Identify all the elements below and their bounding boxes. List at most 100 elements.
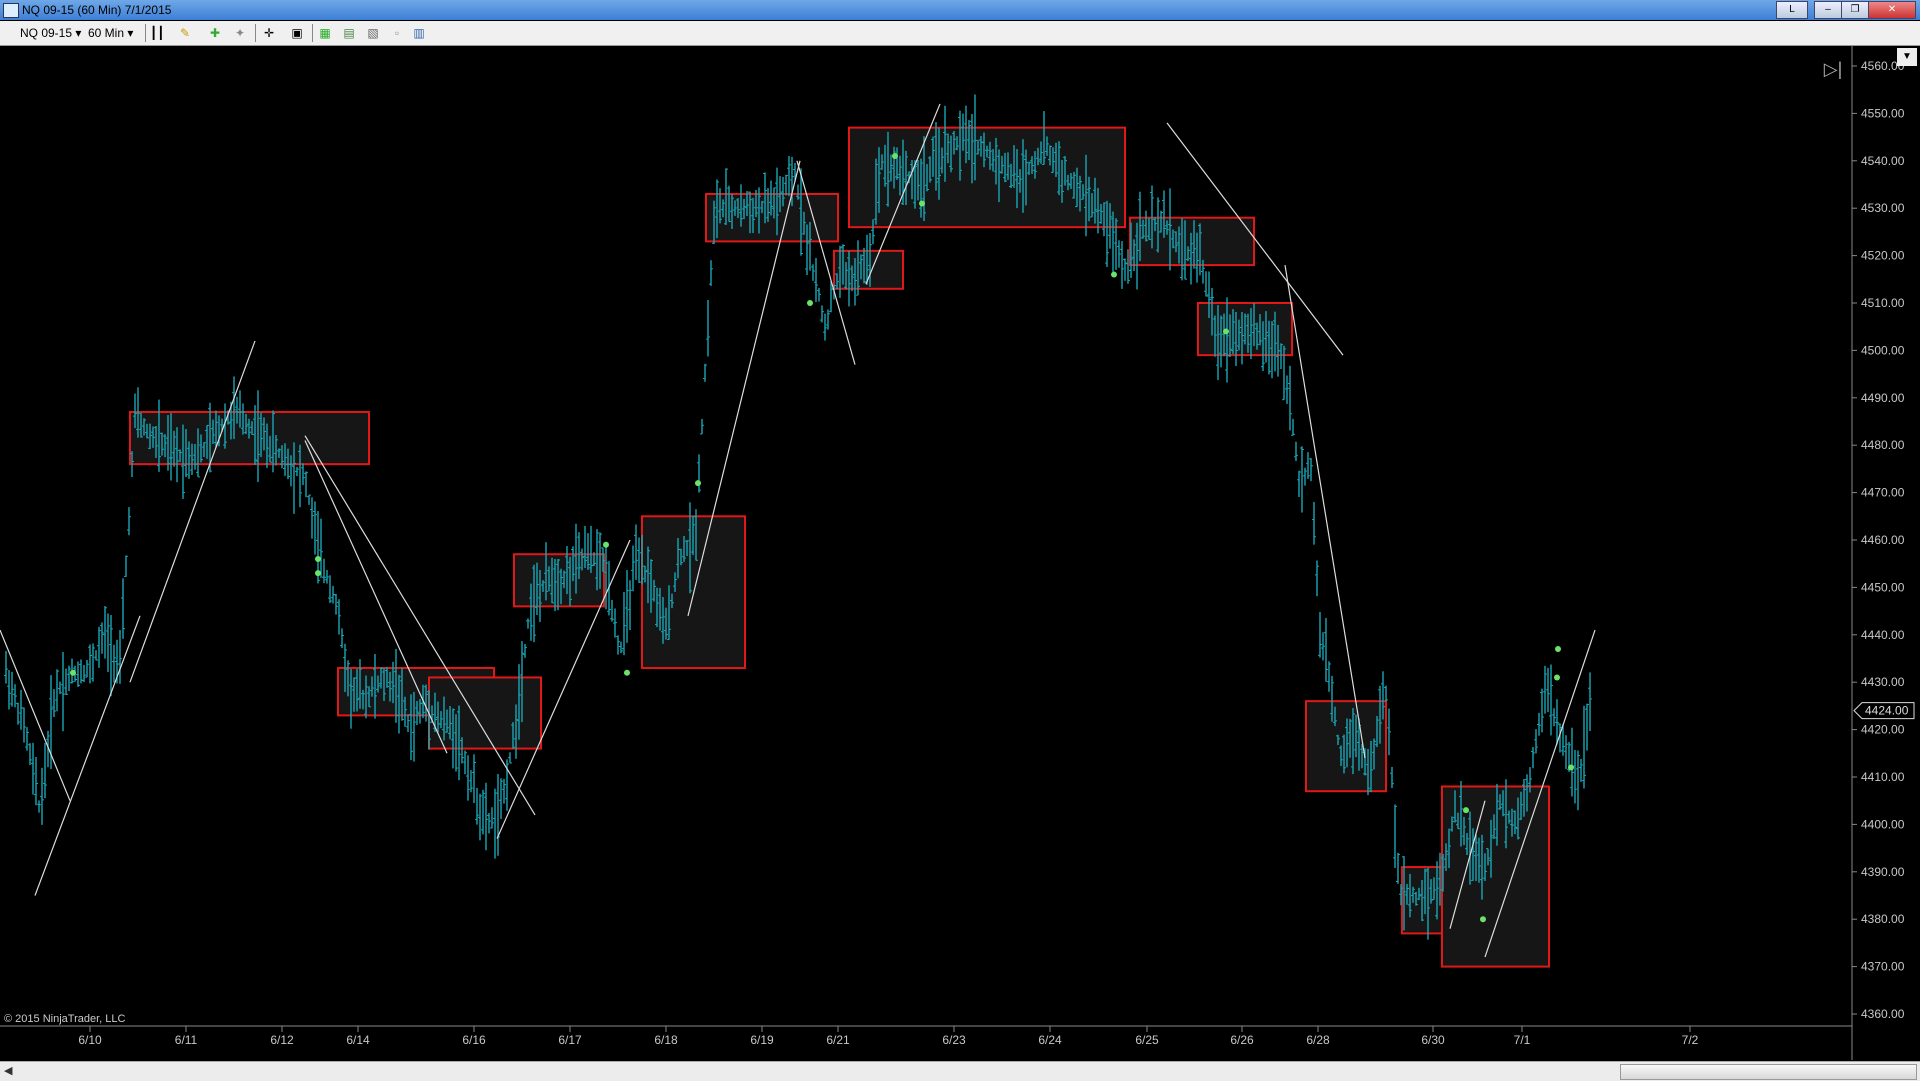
ohlc-bar: [1582, 705, 1586, 789]
strategy-icon[interactable]: ✦: [233, 26, 247, 40]
ohlc-bar: [1579, 758, 1583, 782]
ohlc-bar: [475, 787, 479, 825]
y-tick-label: 4410.00: [1861, 770, 1905, 784]
data-box-icon[interactable]: ▣: [290, 26, 304, 40]
scroll-left-icon[interactable]: ◀: [4, 1064, 12, 1077]
ohlc-bar: [22, 707, 26, 743]
ohlc-bar: [19, 689, 23, 730]
ohlc-bar: [76, 661, 80, 687]
signal-dot: [315, 570, 321, 577]
ohlc-bar: [1552, 708, 1556, 727]
axis-menu-dropdown[interactable]: ▼: [1897, 48, 1917, 66]
ohlc-bar: [82, 664, 86, 683]
trend-line: [0, 629, 71, 801]
ohlc-bar: [490, 807, 494, 829]
layout-button[interactable]: L: [1776, 1, 1808, 19]
restore-button[interactable]: ❐: [1841, 1, 1869, 19]
ohlc-bar: [1306, 452, 1310, 479]
y-tick-label: 4550.00: [1861, 106, 1905, 120]
instrument-selector[interactable]: NQ 09-15 ▾: [20, 26, 81, 40]
consolidation-box: [428, 676, 542, 750]
y-tick-label: 4500.00: [1861, 343, 1905, 357]
price-chart-panel[interactable]: 4560.00 4550.00 4540.00 4530.00 4520.00 4510.…: [0, 46, 1920, 1060]
ohlc-bar: [313, 501, 317, 555]
window-title: NQ 09-15 (60 Min) 7/1/2015: [22, 3, 172, 17]
horizontal-scrollbar[interactable]: ◀: [0, 1061, 1920, 1081]
y-tick-label: 4460.00: [1861, 533, 1905, 547]
indicator-icon[interactable]: ✚: [208, 26, 222, 40]
ohlc-bar: [709, 260, 713, 286]
crosshair-icon[interactable]: ✛: [262, 26, 276, 40]
ohlc-bar: [703, 363, 707, 382]
scroll-to-end-icon[interactable]: ▷|: [1822, 58, 1844, 80]
ohlc-bar: [814, 258, 818, 303]
scrollbar-thumb[interactable]: [1620, 1064, 1917, 1080]
chart-trader-icon[interactable]: ▦: [318, 26, 332, 40]
template-icon[interactable]: ▧: [366, 26, 380, 40]
interval-selector[interactable]: 60 Min ▾: [88, 26, 133, 40]
ohlc-bar: [508, 752, 512, 764]
x-tick-label: 7/2: [1682, 1033, 1699, 1047]
copy-icon[interactable]: ▫: [390, 26, 404, 40]
ohlc-bar: [43, 742, 47, 799]
signal-dot: [1223, 328, 1229, 335]
ohlc-bar: [94, 650, 98, 661]
ohlc-bar: [1387, 708, 1391, 756]
copyright-label: © 2015 NinjaTrader, LLC: [4, 1013, 126, 1025]
x-tick-label: 6/17: [558, 1033, 582, 1047]
y-tick-label: 4400.00: [1861, 817, 1905, 831]
layout-icon[interactable]: ▥: [412, 26, 426, 40]
ohlc-bar: [1570, 727, 1574, 797]
ohlc-bar: [1531, 747, 1535, 769]
ohlc-bar: [109, 615, 113, 697]
ohlc-bar: [64, 668, 68, 695]
ohlc-bar: [118, 630, 122, 684]
ohlc-bar: [706, 300, 710, 357]
ohlc-bar: [487, 813, 491, 834]
ohlc-bar: [1300, 446, 1304, 513]
ohlc-bar: [1588, 672, 1592, 732]
ohlc-bar: [1294, 441, 1298, 462]
minimize-button[interactable]: ‒: [1814, 1, 1842, 19]
ohlc-bar: [1312, 501, 1316, 545]
dot-layer: [70, 153, 1574, 923]
signal-dot: [1111, 271, 1117, 278]
ohlc-bar: [340, 628, 344, 649]
ohlc-bar: [1315, 560, 1319, 597]
ohlc-bar: [103, 606, 107, 659]
ohlc-bar: [787, 156, 791, 197]
signal-dot: [1480, 916, 1486, 923]
ohlc-bar: [1288, 365, 1292, 431]
x-tick-label: 6/14: [346, 1033, 370, 1047]
y-tick-label: 4430.00: [1861, 675, 1905, 689]
ohlc-bar: [823, 313, 827, 341]
pencil-draw-icon[interactable]: ✎: [178, 26, 192, 40]
ohlc-bar: [628, 580, 632, 631]
ohlc-bar: [406, 714, 410, 733]
ohlc-bar: [1309, 457, 1313, 482]
y-tick-label: 4390.00: [1861, 865, 1905, 879]
ohlc-bar: [4, 650, 8, 684]
ohlc-chart[interactable]: 4560.004550.004540.004530.004520.004510.…: [0, 46, 1920, 1060]
close-button[interactable]: ✕: [1868, 1, 1916, 19]
trend-line: [1284, 264, 1366, 759]
ohlc-bar: [1117, 240, 1121, 268]
ohlc-bar: [1297, 470, 1301, 498]
signal-dot: [1554, 674, 1560, 681]
ohlc-bar: [319, 518, 323, 578]
ohlc-bar: [310, 497, 314, 539]
ohlc-bar: [616, 635, 620, 655]
ohlc-bar: [307, 494, 311, 505]
ohlc-bar: [58, 681, 62, 694]
x-tick-label: 6/26: [1230, 1033, 1254, 1047]
ohlc-bar: [622, 592, 626, 656]
x-tick-label: 6/12: [270, 1033, 294, 1047]
trend-line: [129, 340, 256, 683]
toolbar-separator: [255, 24, 256, 42]
x-tick-label: 6/19: [750, 1033, 774, 1047]
y-tick-label: 4450.00: [1861, 580, 1905, 594]
properties-icon[interactable]: ▤: [342, 26, 356, 40]
ohlc-bar: [91, 643, 95, 682]
bar-type-icon[interactable]: ┃┃: [150, 26, 164, 40]
ohlc-bar: [124, 555, 128, 577]
